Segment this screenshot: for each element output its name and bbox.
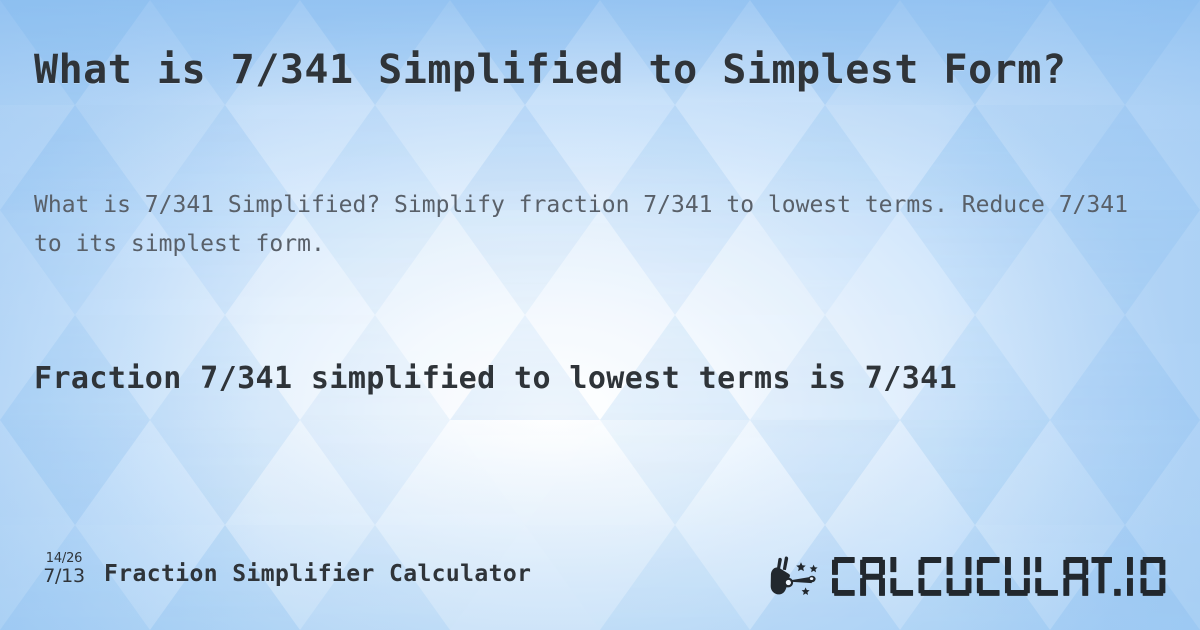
content-area: What is 7/341 Simplified to Simplest For… bbox=[0, 0, 1200, 630]
hand-magic-wand-icon bbox=[771, 556, 818, 595]
result-statement: Fraction 7/341 simplified to lowest term… bbox=[34, 361, 958, 396]
fraction-example-denominator: 7/13 bbox=[43, 565, 85, 587]
fraction-example-icon: 14/26 7/13 bbox=[33, 552, 95, 586]
og-image-card: What is 7/341 Simplified to Simplest For… bbox=[0, 0, 1200, 630]
brand-logo[interactable]: CALCULAT.IO bbox=[768, 554, 1177, 600]
fraction-example-numerator: 14/26 bbox=[45, 551, 83, 566]
page-subtitle: What is 7/341 Simplified? Simplify fract… bbox=[34, 192, 1128, 257]
brand-wordmark: CALCULAT.IO bbox=[832, 557, 1122, 596]
footer-bar: 14/26 7/13 Fraction Simplifier Calculato… bbox=[0, 548, 1200, 610]
calculator-name: Fraction Simplifier Calculator bbox=[104, 561, 532, 587]
page-title: What is 7/341 Simplified to Simplest For… bbox=[34, 47, 1067, 93]
brand-wordmark-suffix bbox=[1127, 557, 1166, 596]
